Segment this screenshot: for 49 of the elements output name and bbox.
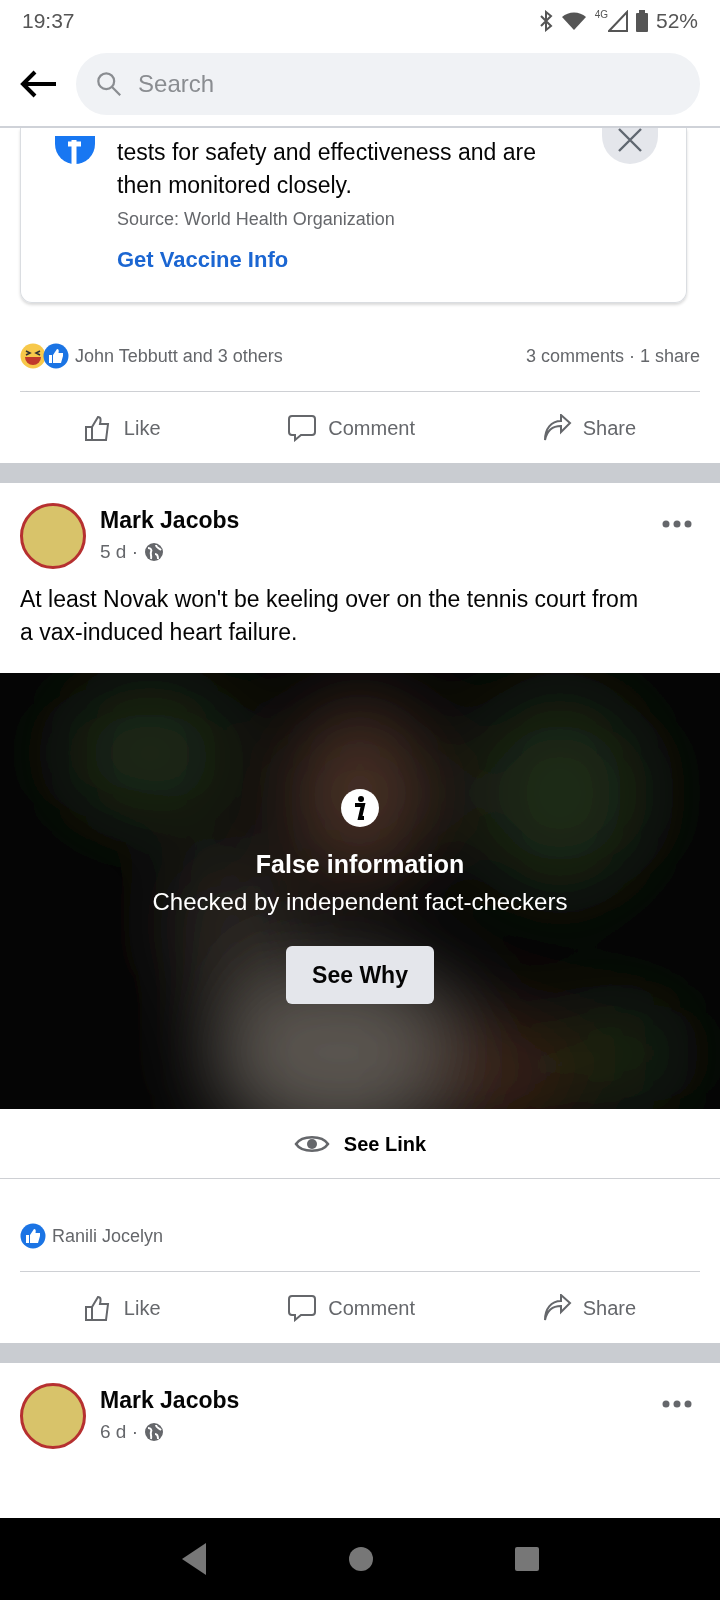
bluetooth-icon: [538, 10, 553, 32]
like-reaction-icon: [20, 1223, 46, 1249]
author-name[interactable]: Mark Jacobs: [100, 1383, 240, 1418]
source-text: Source: World Health Organization: [117, 208, 396, 231]
share-icon: [542, 1293, 573, 1322]
more-icon: [662, 519, 692, 528]
globe-icon: [144, 1421, 165, 1442]
share-button[interactable]: Share: [536, 1272, 643, 1343]
info-icon: [340, 788, 380, 828]
back-icon[interactable]: [20, 69, 58, 99]
home-nav-icon[interactable]: [348, 1546, 374, 1572]
clock-text: 19:37: [22, 8, 75, 35]
comment-icon: [288, 413, 319, 442]
like-button[interactable]: Like: [77, 392, 167, 463]
post-time[interactable]: 6 d ·: [100, 1417, 139, 1446]
share-icon: [542, 413, 573, 442]
wifi-icon: [560, 11, 587, 31]
share-button[interactable]: Share: [536, 392, 643, 463]
close-icon: [617, 128, 643, 153]
comment-icon: [288, 1293, 319, 1322]
reaction-names[interactable]: Ranili Jocelyn: [52, 1222, 164, 1250]
like-reaction-icon: [43, 343, 69, 369]
like-button[interactable]: Like: [77, 1272, 167, 1343]
comment-button[interactable]: Comment: [282, 392, 421, 463]
see-why-button[interactable]: See Why: [286, 945, 434, 1004]
info-text: tests for safety and effectiveness and are then monitored closely.: [117, 138, 537, 200]
post-time[interactable]: 5 d ·: [100, 537, 139, 566]
author-name[interactable]: Mark Jacobs: [100, 503, 240, 538]
reaction-names[interactable]: John Tebbutt and 3 others: [75, 342, 283, 370]
recents-nav-icon[interactable]: [514, 1546, 540, 1572]
search-field[interactable]: Search: [76, 53, 700, 115]
vaccine-info-link[interactable]: Get Vaccine Info: [117, 243, 289, 276]
network-text: 4G: [594, 10, 608, 20]
signal-icon: [607, 10, 628, 32]
warning-subtitle: Checked by independent fact-checkers: [152, 886, 568, 917]
search-input[interactable]: Search: [136, 65, 680, 103]
close-button[interactable]: [602, 128, 658, 164]
more-icon: [662, 1399, 692, 1408]
battery-text: 52%: [655, 8, 698, 35]
facebook-logo-icon: [55, 136, 95, 164]
engagement-counts[interactable]: 3 comments · 1 share: [525, 342, 700, 370]
back-nav-icon[interactable]: [180, 1541, 208, 1577]
globe-icon: [144, 541, 165, 562]
comment-button[interactable]: Comment: [282, 1272, 421, 1343]
search-icon: [96, 70, 123, 98]
battery-icon: [635, 10, 648, 32]
laughing-emoji-icon: [20, 343, 46, 369]
warning-title: False information: [255, 849, 465, 880]
post-text: At least Novak won't be keeling over on the tennis court from a vax-induced heart failure.: [19, 585, 640, 647]
